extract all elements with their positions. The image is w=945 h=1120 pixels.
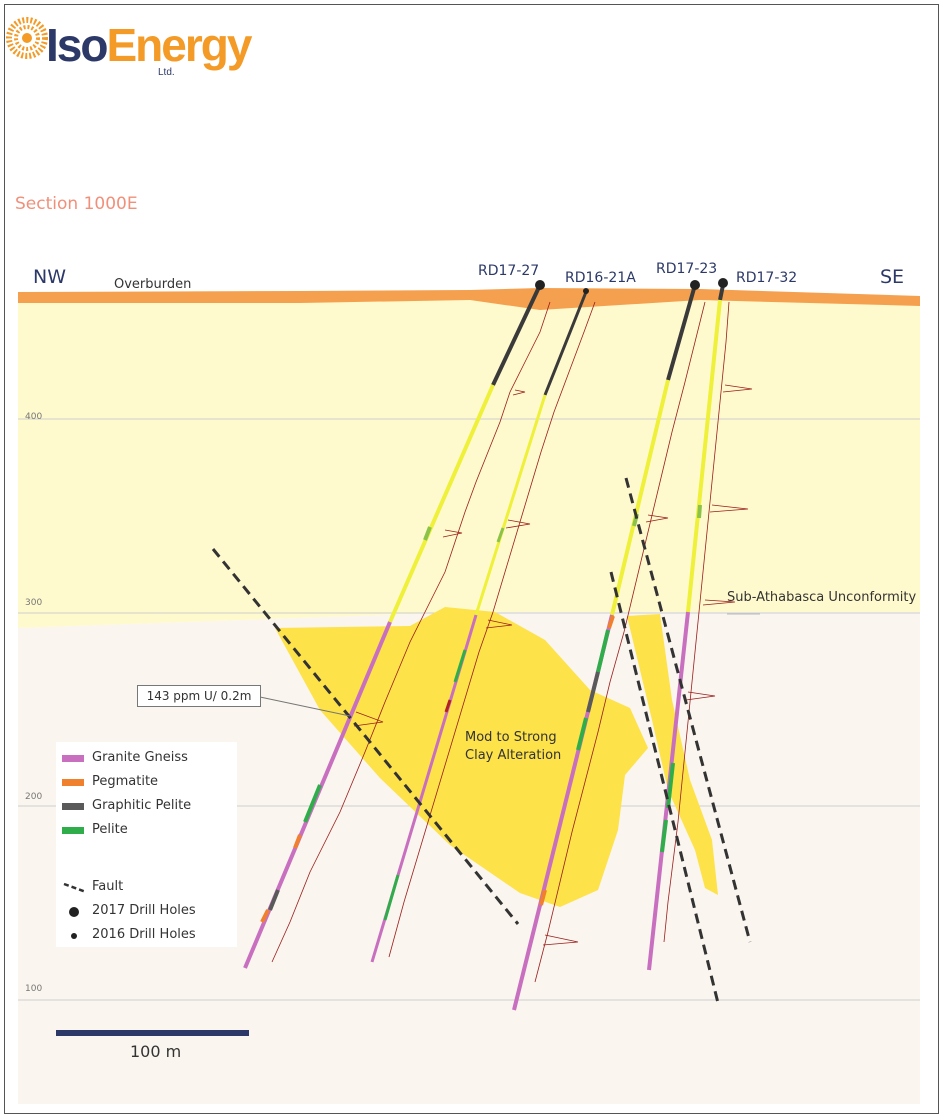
assay-callout: 143 ppm U/ 0.2m: [137, 685, 261, 707]
small-dot-icon: [71, 933, 77, 939]
large-dot-icon: [69, 907, 79, 917]
logo-energy-text: Energy: [106, 19, 252, 71]
section-title: Section 1000E: [15, 194, 138, 214]
collar-rd17-23: [690, 280, 700, 290]
legend-label: 2017 Drill Holes: [92, 903, 196, 918]
hole-label-rd17-23: RD17-23: [656, 261, 717, 277]
direction-se: SE: [880, 266, 905, 288]
unconformity-label: Sub-Athabasca Unconformity: [727, 590, 916, 605]
legend-swatch: [62, 755, 84, 762]
legend-label: Graphitic Pelite: [92, 798, 192, 813]
hole-label-rd16-21a: RD16-21A: [565, 270, 636, 286]
hole-label-rd17-27: RD17-27: [478, 263, 539, 279]
overburden-label: Overburden: [114, 277, 191, 292]
legend-swatch: [62, 803, 84, 810]
alteration-label-line2: Clay Alteration: [465, 748, 561, 763]
sandstone-layer: [18, 296, 920, 628]
elevation-400: 400: [25, 412, 43, 422]
scale-label: 100 m: [130, 1042, 182, 1061]
collar-rd17-32: [718, 278, 728, 288]
cross-section-diagram: RD17-27 RD16-21A RD17-23 RD17-32 Overbur…: [6, 17, 920, 1104]
hole-label-rd17-32: RD17-32: [736, 270, 797, 286]
logo-ltd-text: Ltd.: [158, 67, 175, 78]
legend-label: 2016 Drill Holes: [92, 927, 196, 942]
legend: Granite Gneiss Pegmatite Graphitic Pelit…: [56, 742, 237, 947]
fault-symbol-icon: [63, 882, 87, 894]
legend-label: Fault: [92, 879, 124, 894]
elevation-300: 300: [25, 598, 43, 608]
logo-sunburst-icon: [6, 17, 48, 59]
scale-bar: [56, 1030, 249, 1036]
legend-label: Pegmatite: [92, 774, 159, 789]
elevation-200: 200: [25, 792, 43, 802]
legend-swatch: [62, 779, 84, 786]
collar-rd17-27: [535, 280, 545, 290]
alteration-label-line1: Mod to Strong: [465, 730, 557, 745]
legend-swatch: [62, 827, 84, 834]
legend-label: Pelite: [92, 822, 128, 837]
legend-label: Granite Gneiss: [92, 750, 188, 765]
collar-rd16-21a: [583, 288, 589, 294]
logo-iso-text: Iso: [46, 19, 108, 71]
company-logo: IsoEnergy: [46, 19, 252, 71]
direction-nw: NW: [33, 266, 66, 288]
elevation-100: 100: [25, 984, 43, 994]
